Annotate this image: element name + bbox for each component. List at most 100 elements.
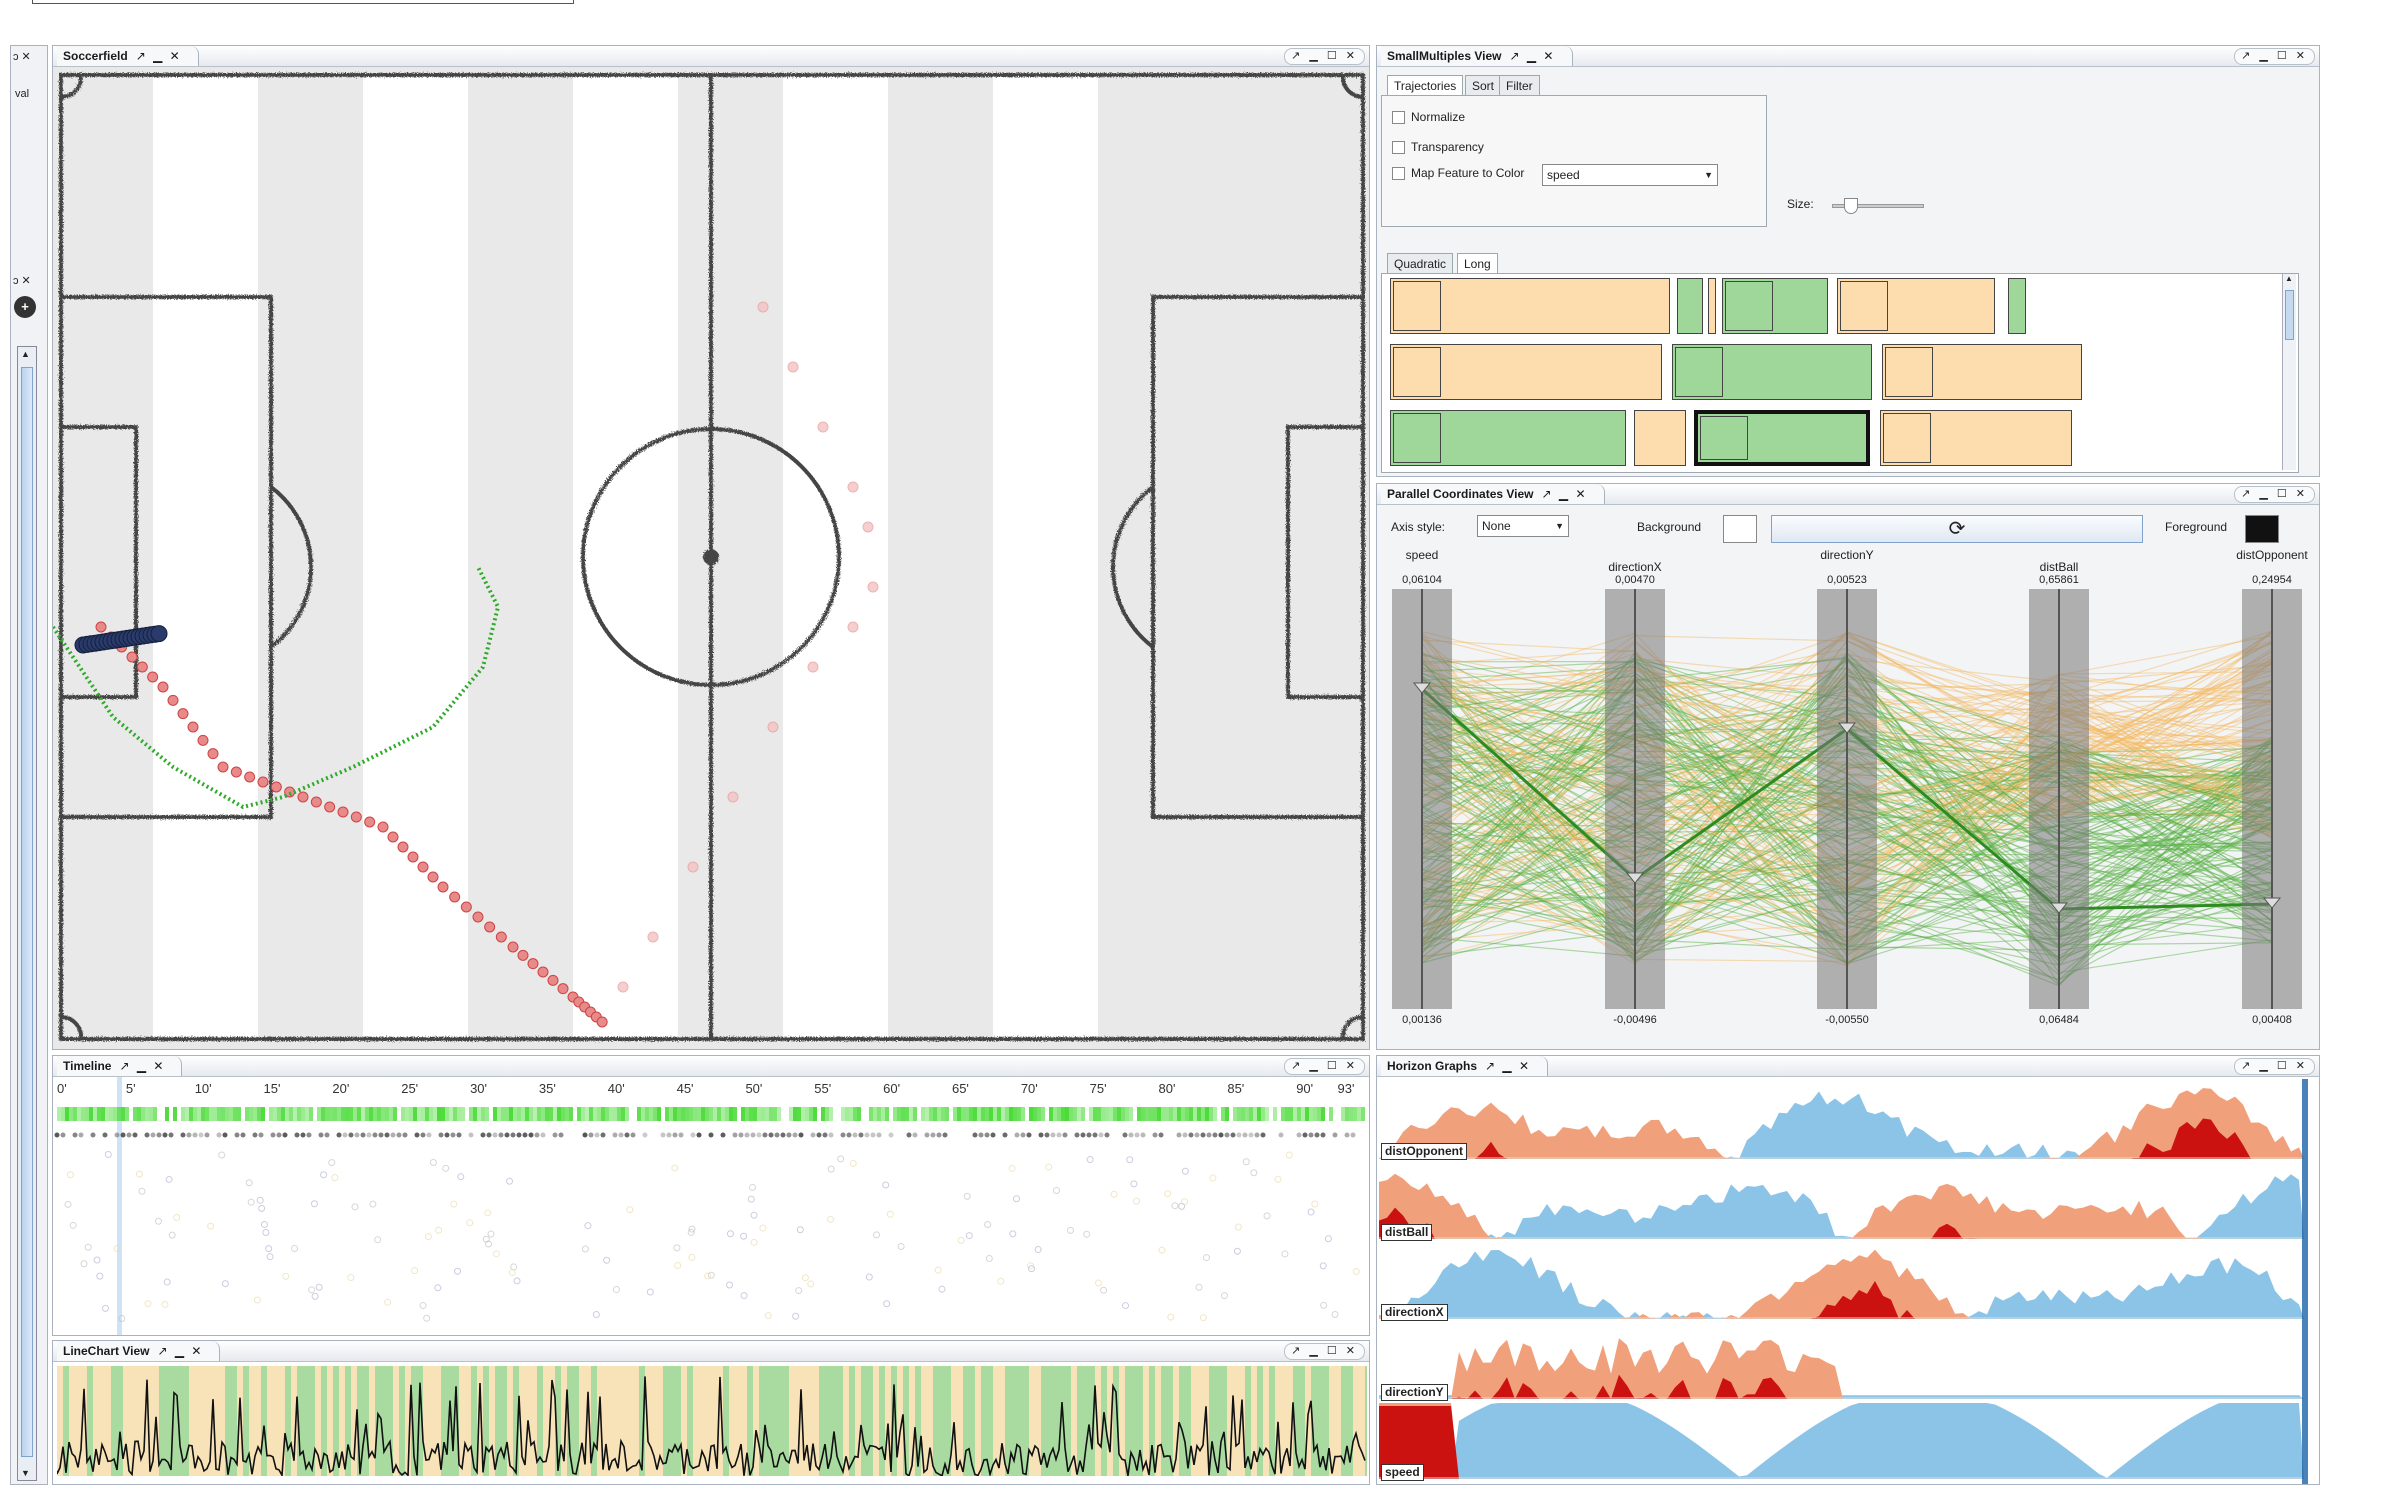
tab-long[interactable]: Long: [1457, 253, 1498, 273]
size-slider[interactable]: [1832, 198, 1924, 214]
timeline-event: [186, 1132, 192, 1138]
window-buttons[interactable]: ↗ ▁ ☐ ✕: [2234, 486, 2315, 503]
timeline-event: [1182, 1132, 1188, 1138]
tab-sort[interactable]: Sort: [1465, 75, 1502, 95]
multiple-tile[interactable]: [1880, 410, 2072, 466]
refresh-button[interactable]: ⟳: [1771, 515, 2143, 543]
multiples-scrollbar[interactable]: ▲: [2282, 274, 2296, 470]
tab-icons[interactable]: ↗ ▁ ✕: [136, 49, 182, 63]
horizon-row[interactable]: [1379, 1079, 2304, 1159]
timeline-event: [768, 1132, 774, 1138]
feature-select[interactable]: speed ▼: [1542, 164, 1718, 186]
transparency-option[interactable]: Transparency: [1392, 140, 1484, 155]
timeline-area[interactable]: 0' 5' 10' 15' 20' 25' 30' 35' 40' 45' 50' 55' 60' 65'…: [53, 1077, 1369, 1335]
multiple-tile-selected[interactable]: [1694, 410, 1870, 466]
axis-style-select[interactable]: None ▼: [1477, 515, 1569, 537]
timeline-event: [933, 1107, 937, 1121]
left-close-top[interactable]: ɔ ✕: [13, 50, 31, 63]
tab-trajectories[interactable]: Trajectories: [1387, 75, 1464, 95]
parallel-coordinates-plot[interactable]: speed 0,06104 0,00136 directionX0,00470 -0,0…: [1377, 549, 2319, 1049]
timeline-event: [720, 1132, 726, 1138]
timeline-event: [978, 1132, 984, 1138]
soccer-field[interactable]: [53, 67, 1369, 1049]
timeline-event: [1013, 1195, 1021, 1203]
tab-smallmultiples[interactable]: SmallMultiples View ↗ ▁ ✕: [1381, 46, 1573, 66]
horizon-row[interactable]: [1379, 1319, 2304, 1399]
timeline-tick: 93': [1337, 1081, 1355, 1096]
timeline-event: [1241, 1107, 1245, 1121]
horizon-graphs[interactable]: [1379, 1079, 2317, 1484]
timeline-event: [1352, 1268, 1360, 1276]
scrollbar[interactable]: ▲ ▼: [17, 346, 37, 1481]
timeline-event: [276, 1132, 282, 1138]
axis-min: -0,00550: [1825, 1014, 1868, 1026]
timeline-event: [953, 1107, 957, 1121]
normalize-checkbox[interactable]: [1392, 111, 1405, 125]
linechart-band: [861, 1366, 867, 1476]
scroll-thumb[interactable]: [2285, 290, 2294, 340]
timeline-event: [240, 1132, 246, 1138]
multiple-tile[interactable]: [2008, 278, 2026, 334]
scroll-up-icon[interactable]: ▲: [2285, 274, 2293, 283]
background-color-swatch[interactable]: [1723, 515, 1757, 543]
multiple-tile[interactable]: [1390, 344, 1662, 400]
timeline-event: [938, 1285, 946, 1293]
tab-quadratic[interactable]: Quadratic: [1387, 253, 1454, 273]
top-input-box[interactable]: [32, 0, 574, 4]
timeline-event: [1092, 1132, 1098, 1138]
window-buttons[interactable]: ↗ ▁ ☐ ✕: [2234, 1058, 2315, 1075]
window-buttons[interactable]: ↗ ▁ ☐ ✕: [1284, 48, 1365, 65]
plus-icon[interactable]: +: [14, 296, 36, 318]
window-buttons[interactable]: ↗ ▁ ☐ ✕: [2234, 48, 2315, 65]
map-feature-checkbox[interactable]: [1392, 167, 1405, 181]
axis-name: distOpponent: [2236, 549, 2308, 562]
scroll-down-icon[interactable]: ▼: [21, 1468, 30, 1478]
timeline-event: [258, 1204, 266, 1212]
tab-soccerfield[interactable]: Soccerfield ↗ ▁ ✕: [57, 46, 199, 66]
tab-horizon-graphs[interactable]: Horizon Graphs ↗ ▁ ✕: [1381, 1056, 1549, 1076]
tab-icons[interactable]: ↗ ▁ ✕: [1542, 487, 1588, 501]
horizon-row[interactable]: [1379, 1399, 2304, 1479]
tab-icons[interactable]: ↗ ▁ ✕: [119, 1059, 165, 1073]
size-slider-thumb[interactable]: [1844, 198, 1859, 214]
scroll-up-icon[interactable]: ▲: [21, 349, 30, 359]
multiple-tile[interactable]: [1390, 410, 1626, 466]
tab-parallel-coordinates[interactable]: Parallel Coordinates View ↗ ▁ ✕: [1381, 484, 1605, 504]
tab-linechart[interactable]: LineChart View ↗ ▁ ✕: [57, 1341, 221, 1361]
timeline-event: [109, 1107, 113, 1121]
foreground-color-swatch[interactable]: [2245, 515, 2279, 543]
multiple-tile[interactable]: [1722, 278, 1828, 334]
left-close-mid[interactable]: ɔ ✕: [13, 274, 31, 287]
timeline-event: [81, 1107, 85, 1121]
multiple-tile[interactable]: [1677, 278, 1703, 334]
multiple-tile[interactable]: [1634, 410, 1686, 466]
timeline-event: [405, 1107, 409, 1121]
line-chart[interactable]: [57, 1366, 1367, 1476]
normalize-option[interactable]: Normalize: [1392, 110, 1465, 125]
multiple-tile[interactable]: [1882, 344, 2082, 400]
tab-filter[interactable]: Filter: [1499, 75, 1540, 95]
horizon-row[interactable]: [1379, 1239, 2304, 1319]
tab-timeline[interactable]: Timeline ↗ ▁ ✕: [57, 1056, 183, 1076]
multiple-tile[interactable]: [1708, 278, 1716, 334]
map-feature-option[interactable]: Map Feature to Color: [1392, 166, 1524, 181]
tab-icons[interactable]: ↗ ▁ ✕: [157, 1344, 203, 1358]
timeline-event: [504, 1132, 510, 1138]
multiple-tile[interactable]: [1390, 278, 1670, 334]
window-buttons[interactable]: ↗ ▁ ☐ ✕: [1284, 1343, 1365, 1360]
timeline-event: [450, 1200, 458, 1208]
horizon-row[interactable]: [1379, 1159, 2304, 1239]
trajectory-point: [407, 851, 419, 863]
tab-icons[interactable]: ↗ ▁ ✕: [1485, 1059, 1531, 1073]
timeline-event: [1199, 1314, 1207, 1322]
scroll-thumb[interactable]: [21, 367, 33, 1457]
transparency-checkbox[interactable]: [1392, 141, 1405, 155]
timeline-event: [1145, 1107, 1149, 1121]
timeline-event: [77, 1107, 81, 1121]
timeline-event: [1248, 1132, 1254, 1138]
timeline-event: [885, 1107, 889, 1121]
window-buttons[interactable]: ↗ ▁ ☐ ✕: [1284, 1058, 1365, 1075]
multiple-tile[interactable]: [1672, 344, 1872, 400]
multiple-tile[interactable]: [1837, 278, 1995, 334]
tab-icons[interactable]: ↗ ▁ ✕: [1509, 49, 1555, 63]
